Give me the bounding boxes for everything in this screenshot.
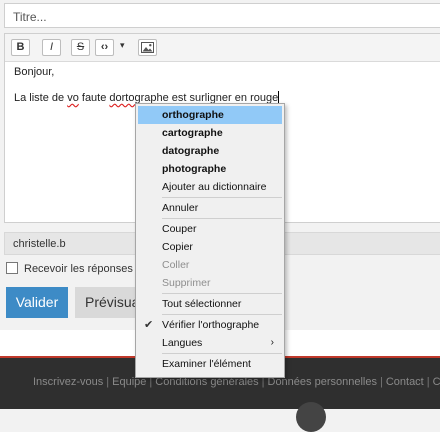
chevron-right-icon: › xyxy=(270,337,274,348)
menu-item-suggestion[interactable]: photographe xyxy=(136,160,284,178)
spellcheck-context-menu: orthographe cartographe datographe photo… xyxy=(135,103,285,378)
text-cursor xyxy=(278,91,280,103)
editor-toolbar: B I S ‹› ▾ xyxy=(5,34,440,62)
menu-item-suggestion[interactable]: cartographe xyxy=(136,124,284,142)
menu-item-suggestion[interactable]: orthographe xyxy=(138,106,282,124)
title-input[interactable]: Titre... xyxy=(4,3,440,28)
menu-separator xyxy=(162,353,282,354)
menu-item-cut[interactable]: Couper xyxy=(136,220,284,238)
footer-link-contact[interactable]: Contact xyxy=(386,376,424,388)
strikethrough-button[interactable]: S xyxy=(71,39,90,56)
notify-label: Recevoir les réponses p xyxy=(24,263,143,275)
editor-content[interactable]: Bonjour, La liste de vo faute dortograph… xyxy=(14,65,435,105)
footer-logo xyxy=(296,402,326,432)
menu-item-undo[interactable]: Annuler xyxy=(136,199,284,217)
italic-button[interactable]: I xyxy=(42,39,61,56)
menu-item-select-all[interactable]: Tout sélectionner xyxy=(136,295,284,313)
menu-item-delete: Supprimer xyxy=(162,277,211,289)
footer-link-more[interactable]: Cl xyxy=(433,376,440,388)
menu-item-check-spelling[interactable]: ✔ Vérifier l'orthographe xyxy=(136,316,284,334)
bold-button[interactable]: B xyxy=(11,39,30,56)
menu-separator xyxy=(162,314,282,315)
submit-button[interactable]: Valider xyxy=(6,287,68,318)
footer-link-signup[interactable]: Inscrivez-vous xyxy=(33,376,103,388)
code-button[interactable]: ‹› xyxy=(95,39,114,56)
notify-checkbox[interactable] xyxy=(6,262,18,274)
insert-image-button[interactable] xyxy=(138,39,157,56)
chevron-down-icon[interactable]: ▾ xyxy=(120,40,125,51)
menu-item-suggestion[interactable]: datographe xyxy=(136,142,284,160)
editor-line: Bonjour, xyxy=(14,66,55,78)
menu-separator xyxy=(162,218,282,219)
menu-item-copy[interactable]: Copier xyxy=(136,238,284,256)
menu-item-inspect-element[interactable]: Examiner l'élément xyxy=(136,355,284,373)
menu-separator xyxy=(162,293,282,294)
menu-item-paste: Coller xyxy=(162,259,190,271)
notify-option[interactable]: Recevoir les réponses p xyxy=(6,262,142,275)
menu-separator xyxy=(162,197,282,198)
image-icon xyxy=(141,42,154,53)
check-icon: ✔ xyxy=(144,319,154,331)
menu-item-languages[interactable]: Langues › xyxy=(136,334,284,352)
menu-item-add-to-dictionary[interactable]: Ajouter au dictionnaire xyxy=(136,178,284,196)
misspelled-word[interactable]: vo xyxy=(67,92,79,104)
